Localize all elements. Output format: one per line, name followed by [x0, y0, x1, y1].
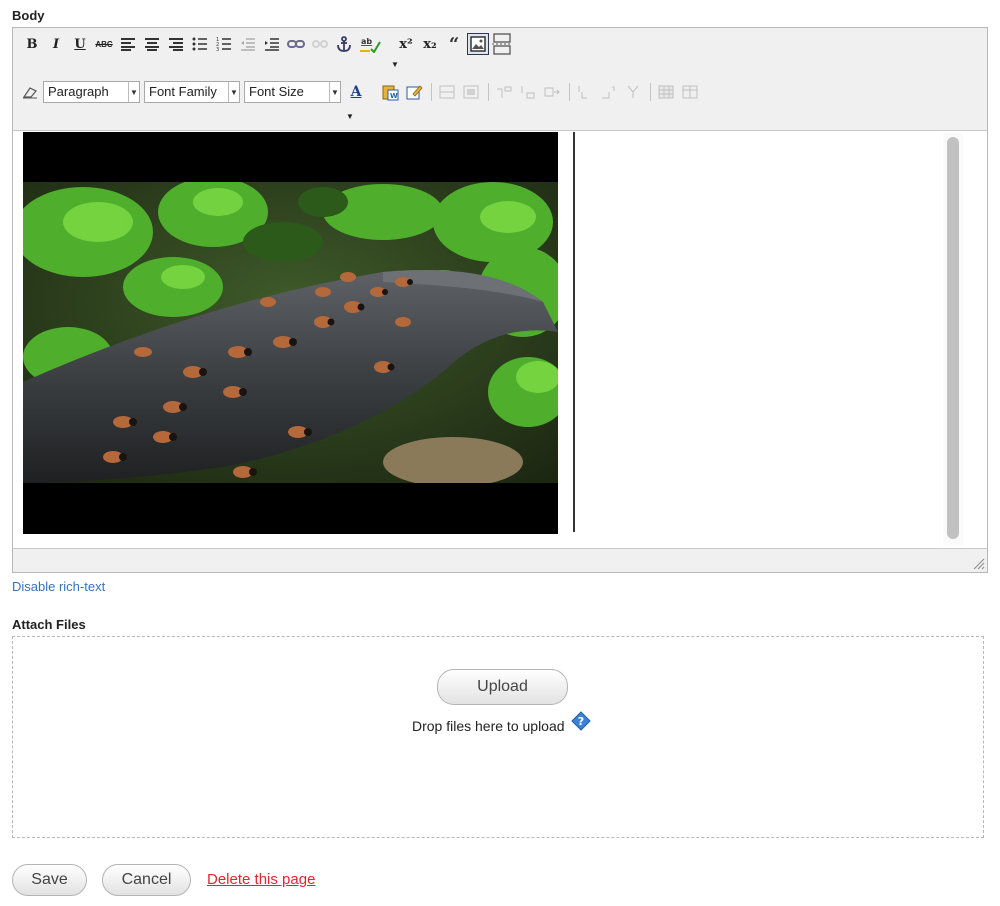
toolbar-separator: [431, 83, 432, 101]
toolbar-row-2: Paragraph ▼ Font Family ▼ Font Size ▼ A …: [19, 79, 703, 105]
save-button[interactable]: Save: [12, 864, 87, 896]
text-cursor: [573, 132, 575, 532]
disable-rich-text-link[interactable]: Disable rich-text: [12, 579, 105, 594]
chevron-down-icon: ▼: [329, 82, 340, 102]
toolbar-separator: [488, 83, 489, 101]
toolbar-separator: [569, 83, 570, 101]
resize-grip-icon[interactable]: [973, 558, 985, 570]
numbered-list-icon[interactable]: 123: [213, 33, 235, 55]
font-size-select[interactable]: Font Size ▼: [244, 81, 341, 103]
paste-word-icon[interactable]: W: [379, 81, 401, 103]
superscript-button[interactable]: x²: [395, 33, 417, 55]
font-color-button[interactable]: A: [345, 81, 367, 103]
font-family-select[interactable]: Font Family ▼: [144, 81, 240, 103]
table-col-after-icon[interactable]: [517, 81, 539, 103]
underline-button[interactable]: U: [69, 33, 91, 55]
unlink-icon[interactable]: [309, 33, 331, 55]
editor-status-bar: [13, 549, 987, 572]
chevron-down-icon: ▼: [128, 82, 139, 102]
insert-image-icon[interactable]: [467, 33, 489, 55]
table-split-cell-icon[interactable]: [574, 81, 596, 103]
toolbar-row-1: B I U ABC 123 ab x² x₂ “: [21, 31, 515, 57]
body-field-label: Body: [12, 8, 45, 23]
attach-files-label: Attach Files: [12, 617, 86, 632]
table-props-alt-icon[interactable]: [679, 81, 701, 103]
table-row-after-icon[interactable]: [460, 81, 482, 103]
bold-button[interactable]: B: [21, 33, 43, 55]
editor-content-area[interactable]: [13, 131, 987, 549]
rich-text-editor: B I U ABC 123 ab x² x₂ “ ▼ Paragraph ▼ F…: [12, 27, 988, 573]
bullet-list-icon[interactable]: [189, 33, 211, 55]
font-color-dropdown-icon[interactable]: ▼: [346, 112, 354, 121]
delete-page-link[interactable]: Delete this page: [207, 871, 315, 888]
chevron-down-icon: ▼: [228, 82, 239, 102]
editor-toolbar: B I U ABC 123 ab x² x₂ “ ▼ Paragraph ▼ F…: [13, 28, 987, 131]
editor-scrollbar-thumb[interactable]: [947, 137, 959, 539]
spellcheck-dropdown-icon[interactable]: ▼: [391, 60, 399, 69]
strikethrough-button[interactable]: ABC: [93, 33, 115, 55]
insert-table-icon[interactable]: [655, 81, 677, 103]
edit-html-icon[interactable]: [403, 81, 425, 103]
table-delete-col-icon[interactable]: [541, 81, 563, 103]
svg-text:W: W: [390, 92, 398, 100]
cancel-button[interactable]: Cancel: [102, 864, 191, 896]
embedded-video[interactable]: [23, 132, 558, 534]
table-merge-cell-icon[interactable]: [598, 81, 620, 103]
upload-button[interactable]: Upload: [437, 669, 568, 705]
format-select[interactable]: Paragraph ▼: [43, 81, 140, 103]
help-icon[interactable]: ?: [571, 711, 591, 731]
ants-on-branch-image: [23, 182, 558, 483]
align-left-icon[interactable]: [117, 33, 139, 55]
align-center-icon[interactable]: [141, 33, 163, 55]
page-break-icon[interactable]: [491, 33, 513, 55]
italic-button[interactable]: I: [45, 33, 67, 55]
toolbar-separator: [650, 83, 651, 101]
link-icon[interactable]: [285, 33, 307, 55]
svg-text:?: ?: [578, 715, 584, 728]
eraser-icon[interactable]: [19, 81, 41, 103]
spellcheck-icon[interactable]: ab: [357, 33, 383, 55]
drop-files-hint: Drop files here to upload: [412, 718, 565, 734]
align-right-icon[interactable]: [165, 33, 187, 55]
outdent-icon[interactable]: [237, 33, 259, 55]
table-props-icon[interactable]: [622, 81, 644, 103]
table-col-before-icon[interactable]: [493, 81, 515, 103]
subscript-button[interactable]: x₂: [419, 33, 441, 55]
anchor-icon[interactable]: [333, 33, 355, 55]
indent-icon[interactable]: [261, 33, 283, 55]
file-dropzone[interactable]: Upload Drop files here to upload ?: [12, 636, 984, 838]
svg-text:3: 3: [216, 47, 219, 51]
blockquote-button[interactable]: “: [443, 33, 465, 55]
table-row-before-icon[interactable]: [436, 81, 458, 103]
svg-text:ab: ab: [361, 37, 372, 46]
